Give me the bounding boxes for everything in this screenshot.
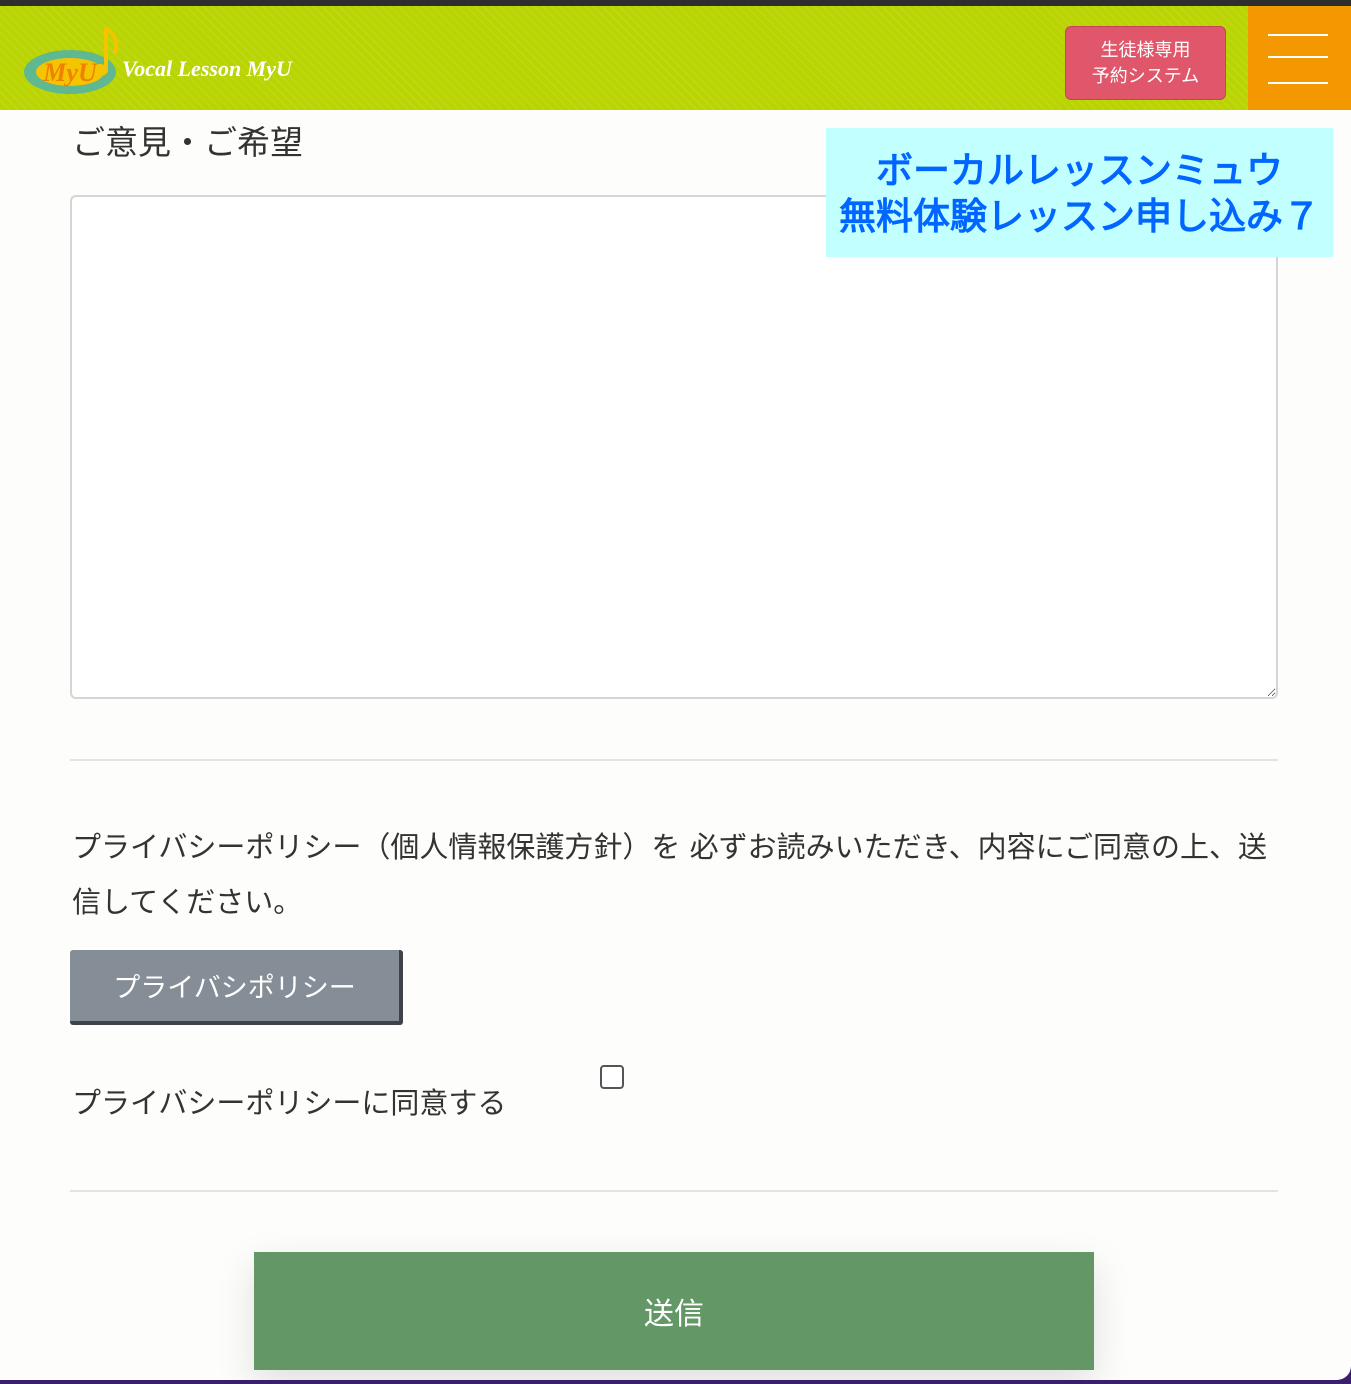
divider (70, 1190, 1278, 1192)
site-header: MyU Vocal Lesson MyU 生徒様専用 予約システム (0, 6, 1351, 110)
reservation-label-line-1: 生徒様専用 (1100, 40, 1191, 61)
logo-text: Vocal Lesson MyU (122, 56, 292, 81)
banner-line-2: 無料体験レッスン申し込み７ (839, 195, 1320, 238)
hamburger-menu-button[interactable] (1248, 6, 1351, 110)
agree-checkbox[interactable] (600, 1065, 624, 1089)
student-reservation-button[interactable]: 生徒様専用 予約システム (1065, 26, 1226, 100)
agree-label: プライバシーポリシーに同意する (72, 1086, 507, 1120)
logo-badge-text: MyU (42, 58, 98, 87)
submit-button[interactable]: 送信 (254, 1252, 1094, 1370)
privacy-policy-notice: プライバシーポリシー（個人情報保護方針）を 必ずお読みいただき、内容にご同意の上… (72, 830, 1268, 919)
site-logo[interactable]: MyU Vocal Lesson MyU (22, 24, 312, 100)
divider (70, 759, 1278, 761)
comment-label: ご意見・ご希望 (72, 123, 303, 162)
comment-textarea[interactable] (70, 195, 1278, 699)
music-note-logo-icon: MyU (24, 26, 119, 94)
privacy-policy-button[interactable]: プライバシポリシー (70, 950, 403, 1025)
trial-lesson-banner: ボーカルレッスンミュウ 無料体験レッスン申し込み７ (826, 128, 1333, 257)
page: MyU Vocal Lesson MyU 生徒様専用 予約システム ご意見・ご希… (0, 0, 1351, 1380)
banner-line-1: ボーカルレッスンミュウ (876, 149, 1283, 192)
reservation-label-line-2: 予約システム (1091, 66, 1200, 87)
